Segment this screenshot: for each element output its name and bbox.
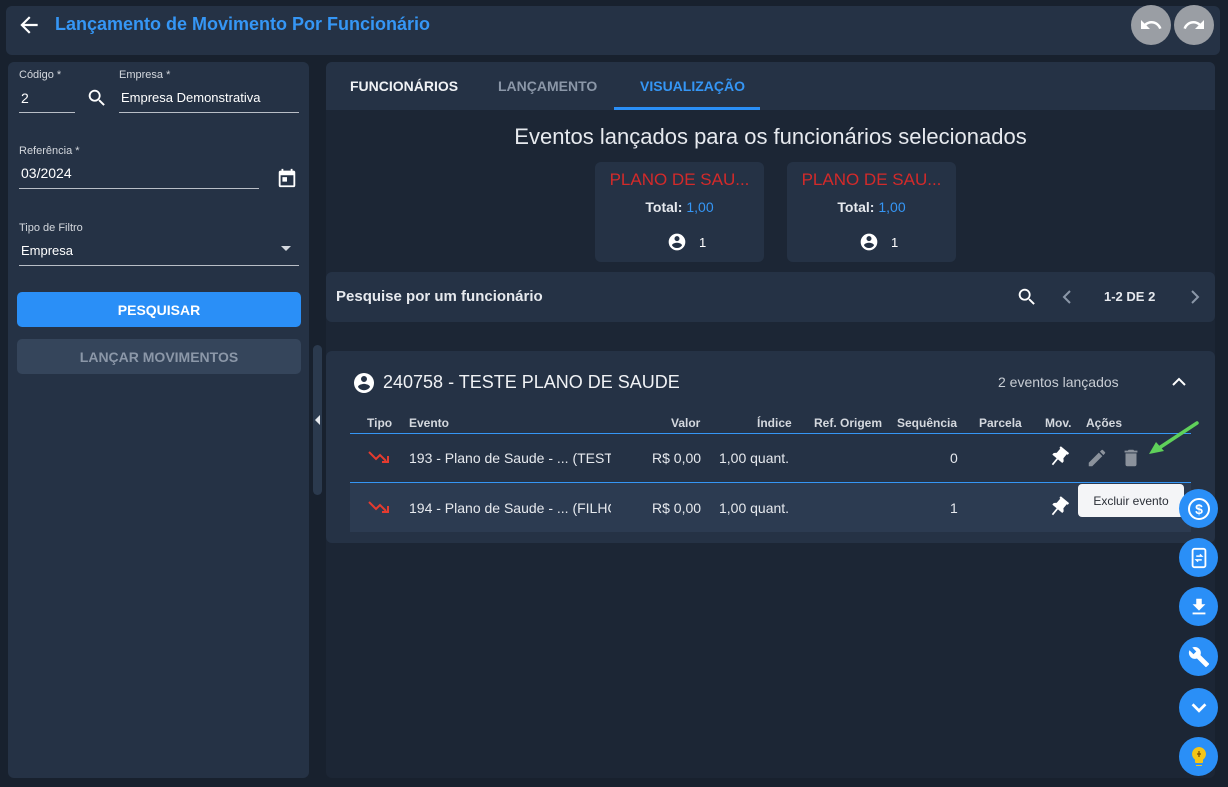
- launch-movements-button[interactable]: LANÇAR MOVIMENTOS: [17, 339, 301, 374]
- dollar-icon: $: [1187, 497, 1210, 520]
- dropdown-arrow-icon[interactable]: [280, 245, 292, 253]
- tips-fab-button[interactable]: [1179, 737, 1218, 776]
- undo-icon: [1141, 20, 1162, 29]
- download-icon: [1192, 598, 1205, 614]
- col-acoes: Ações: [1086, 416, 1123, 430]
- pin-icon[interactable]: [1045, 495, 1071, 521]
- filter-panel: Código * 2 Empresa * Empresa Demonstrati…: [8, 62, 309, 778]
- chevron-down-icon: [1191, 702, 1206, 713]
- search-icon[interactable]: [86, 87, 108, 109]
- event-card[interactable]: PLANO DE SAU... Total: 1,00 1: [595, 162, 764, 262]
- codigo-underline: [19, 112, 75, 113]
- tools-fab-button[interactable]: [1179, 637, 1218, 676]
- account-circle-icon: [352, 371, 376, 395]
- table-cell-valor: R$ 0,00: [652, 500, 702, 516]
- event-card-total: Total: 1,00: [645, 199, 714, 215]
- col-parcela: Parcela: [979, 416, 1022, 430]
- col-valor: Valor: [671, 416, 701, 430]
- empresa-field[interactable]: Empresa Demonstrativa: [121, 90, 260, 105]
- search-icon[interactable]: [1016, 286, 1038, 308]
- calendar-icon[interactable]: [276, 167, 298, 189]
- col-tipo: Tipo: [367, 416, 393, 430]
- referencia-underline: [19, 188, 259, 189]
- col-evento: Evento: [409, 416, 450, 430]
- active-tab-indicator: [614, 107, 760, 110]
- search-button[interactable]: PESQUISAR: [17, 292, 301, 327]
- undo-button[interactable]: [1131, 5, 1171, 45]
- table-cell-indice: 1,00 quant.: [719, 500, 790, 516]
- table-cell-indice: 1,00 quant.: [719, 450, 790, 466]
- tab-lancamento[interactable]: LANÇAMENTO: [498, 78, 597, 94]
- event-card-title: PLANO DE SAU...: [609, 170, 750, 189]
- table-cell-evento: 194 - Plano de Saude - ... (FILHO: [409, 500, 611, 516]
- referencia-field[interactable]: 03/2024: [21, 165, 72, 181]
- page-title: Lançamento de Movimento Por Funcionário: [55, 14, 431, 34]
- tab-funcionarios[interactable]: FUNCIONÁRIOS: [350, 78, 458, 94]
- redo-icon: [1183, 20, 1204, 29]
- col-indice: Índice: [757, 416, 792, 430]
- event-card-total: Total: 1,00: [837, 199, 906, 215]
- edit-icon[interactable]: [1086, 447, 1108, 469]
- table-cell-sequencia: 1: [950, 500, 958, 516]
- chevron-up-icon[interactable]: [1172, 377, 1186, 387]
- tipo-filtro-label: Tipo de Filtro: [19, 222, 83, 234]
- delete-icon[interactable]: [1120, 447, 1142, 469]
- event-card[interactable]: PLANO DE SAU... Total: 1,00 1: [787, 162, 956, 262]
- pagination-label: 1-2 DE 2: [1104, 289, 1156, 304]
- table-cell-sequencia: 0: [950, 450, 958, 466]
- events-count: 2 eventos lançados: [998, 374, 1119, 390]
- expand-fab-button[interactable]: [1179, 688, 1218, 727]
- section-title: Eventos lançados para os funcionários se…: [514, 124, 1027, 149]
- trending-down-icon: [368, 500, 390, 514]
- event-card-count: 1: [859, 232, 898, 252]
- table-header-divider: [350, 433, 1191, 434]
- tipo-filtro-underline: [19, 265, 299, 266]
- empresa-label: Empresa *: [119, 69, 171, 81]
- redo-button[interactable]: [1174, 5, 1214, 45]
- empresa-underline: [119, 112, 299, 113]
- tab-bar: [326, 62, 1215, 110]
- pin-icon[interactable]: [1045, 445, 1071, 471]
- col-sequencia: Sequência: [897, 416, 958, 430]
- wrench-icon: [1188, 646, 1209, 667]
- collapse-arrow-icon[interactable]: [315, 415, 321, 425]
- chevron-right-icon[interactable]: [1190, 290, 1200, 304]
- referencia-label: Referência *: [19, 145, 80, 157]
- table-cell-valor: R$ 0,00: [652, 450, 702, 466]
- event-card-count: 1: [667, 232, 706, 252]
- codigo-field[interactable]: 2: [21, 90, 29, 106]
- event-card-title: PLANO DE SAU...: [801, 170, 942, 189]
- trending-down-icon: [368, 450, 390, 464]
- tipo-filtro-select[interactable]: Empresa: [21, 243, 73, 258]
- annotation-arrow-icon: [1146, 420, 1200, 456]
- codigo-label: Código *: [19, 69, 62, 81]
- col-mov: Mov.: [1045, 416, 1072, 430]
- tab-visualizacao[interactable]: VISUALIZAÇÃO: [640, 78, 745, 94]
- money-fab-button[interactable]: $: [1179, 489, 1218, 528]
- chevron-left-icon[interactable]: [1062, 290, 1072, 304]
- download-fab-button[interactable]: [1179, 587, 1218, 626]
- lightbulb-icon: [1191, 746, 1206, 766]
- employee-name: 240758 - TESTE PLANO DE SAUDE: [383, 372, 680, 392]
- table-cell-evento: 193 - Plano de Saude - ... (TESTE: [409, 450, 611, 466]
- account-circle-icon: [668, 233, 686, 251]
- back-arrow-icon[interactable]: [16, 12, 42, 38]
- account-circle-icon: [860, 233, 878, 251]
- transfer-fab-button[interactable]: [1179, 538, 1218, 577]
- transfer-icon: [1191, 547, 1206, 568]
- tooltip: Excluir evento: [1078, 484, 1184, 517]
- employee-search-label: Pesquise por um funcionário: [336, 288, 543, 305]
- svg-text:$: $: [1195, 501, 1203, 517]
- col-ref-origem: Ref. Origem: [814, 416, 883, 430]
